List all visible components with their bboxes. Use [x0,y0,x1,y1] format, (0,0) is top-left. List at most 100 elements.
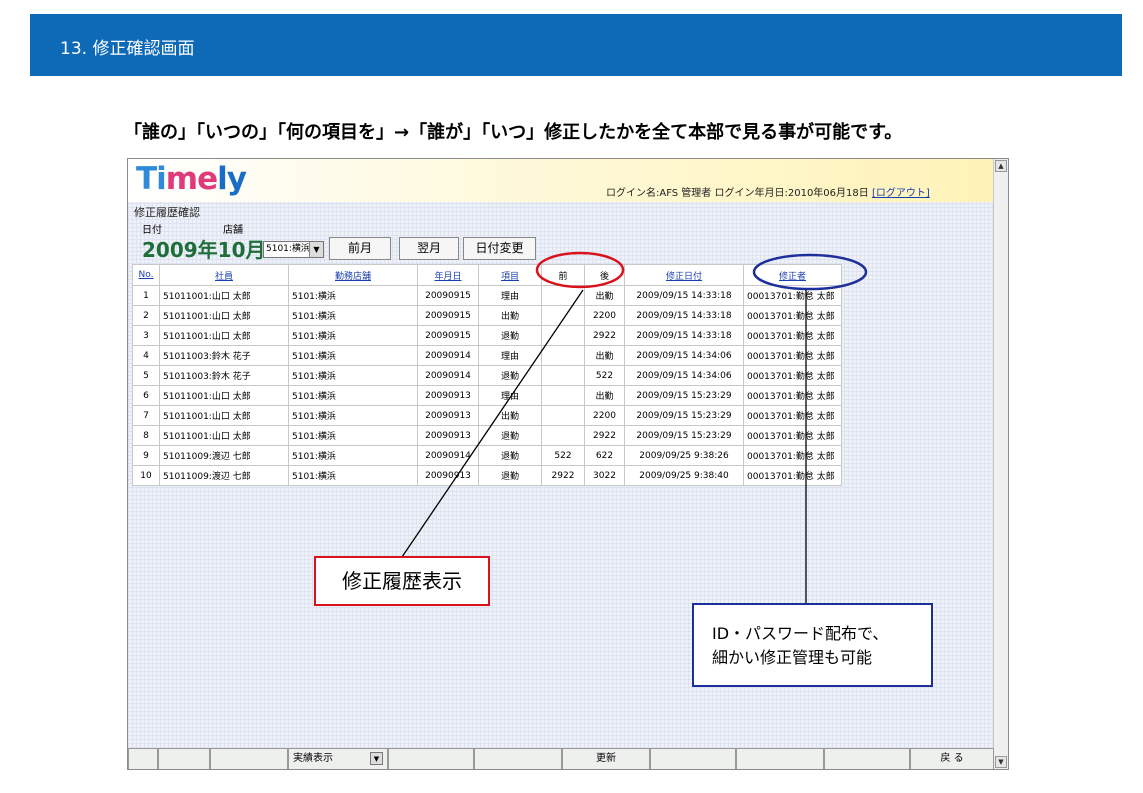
table-row: 1 51011001:山口 太郎 5101:横浜 20090915 理由 出勤 2009/0… [132,285,842,306]
footer-cell [474,748,562,769]
table-cell: 3022 [584,465,625,486]
table-cell: 8 [132,425,160,446]
table-cell: 51011001:山口 太郎 [159,325,289,346]
table-cell: 2009/09/15 14:33:18 [624,305,744,326]
column-header[interactable]: 修正者 [743,264,842,286]
column-header[interactable]: 勤務店舗 [288,264,418,286]
table-cell [541,305,585,326]
table-cell: 2200 [584,305,625,326]
table-cell: 5101:横浜 [288,285,418,306]
table-cell [541,285,585,306]
table-cell: 2009/09/15 15:23:29 [624,385,744,406]
scroll-up-icon[interactable]: ▲ [995,160,1007,172]
table-cell: 2009/09/15 14:34:06 [624,365,744,386]
table-cell [541,405,585,426]
table-cell: 51011001:山口 太郎 [159,385,289,406]
table-cell: 51011009:渡辺 七郎 [159,445,289,466]
table-cell: 5101:横浜 [288,365,418,386]
table-cell: 622 [584,445,625,466]
current-month: 2009年10月 [142,238,266,262]
store-select[interactable]: 5101:横浜 ▼ [263,241,324,258]
table-cell: 20090913 [417,405,479,426]
store-select-value: 5101:横浜 [266,244,310,254]
back-button[interactable]: 戻 る [910,748,994,769]
column-header[interactable]: 年月日 [417,264,479,286]
prev-month-button[interactable]: 前月 [329,237,391,260]
column-header[interactable]: 項目 [478,264,542,286]
table-cell: 51011003:鈴木 花子 [159,365,289,386]
footer-cell [128,748,158,769]
table-cell: 2009/09/25 9:38:40 [624,465,744,486]
slide-header: 13. 修正確認画面 [30,14,1122,76]
table-cell: 9 [132,445,160,466]
footer-cell [736,748,824,769]
table-cell: 20090913 [417,385,479,406]
table-cell: 退勤 [478,465,542,486]
table-cell: 20090915 [417,305,479,326]
chevron-down-icon[interactable]: ▼ [309,242,323,257]
app-topbar: Timely ログイン名:AFS 管理者 ログイン年月日:2010年06月18日… [128,159,994,202]
table-cell [541,385,585,406]
table-cell: 00013701:勤怠 太郎 [743,385,842,406]
scroll-down-icon[interactable]: ▼ [995,756,1007,768]
table-cell: 20090913 [417,465,479,486]
timely-logo: Timely [136,161,247,197]
change-date-button[interactable]: 日付変更 [463,237,536,260]
table-cell: 00013701:勤怠 太郎 [743,345,842,366]
table-cell: 5101:横浜 [288,465,418,486]
logout-link[interactable]: [ログアウト] [872,188,930,199]
table-cell: 00013701:勤怠 太郎 [743,425,842,446]
table-cell: 2009/09/15 15:23:29 [624,425,744,446]
table-row: 2 51011001:山口 太郎 5101:横浜 20090915 出勤 2200 2009… [132,305,842,326]
table-cell: 2922 [584,325,625,346]
table-cell: 20090915 [417,325,479,346]
table-cell: 20090914 [417,345,479,366]
table-cell: 2200 [584,405,625,426]
id-callout: ID・パスワード配布で、 細かい修正管理も可能 [692,603,933,687]
table-cell: 522 [541,445,585,466]
table-row: 9 51011009:渡辺 七郎 5101:横浜 20090914 退勤 522 622 20… [132,445,842,466]
table-row: 10 51011009:渡辺 七郎 5101:横浜 20090913 退勤 2922 302… [132,465,842,486]
footer-cell [388,748,474,769]
table-cell: 51011001:山口 太郎 [159,425,289,446]
table-cell: 2009/09/15 14:34:06 [624,345,744,366]
table-cell: 5101:横浜 [288,445,418,466]
footer-cell [824,748,910,769]
column-header[interactable]: No. [132,264,160,286]
table-cell: 出勤 [478,305,542,326]
update-button[interactable]: 更新 [562,748,650,769]
table-cell: 2 [132,305,160,326]
table-cell: 4 [132,345,160,366]
table-cell: 出勤 [478,405,542,426]
table-cell [541,365,585,386]
table-cell: 00013701:勤怠 太郎 [743,405,842,426]
table-cell: 10 [132,465,160,486]
column-header[interactable]: 社員 [159,264,289,286]
table-cell: 522 [584,365,625,386]
vertical-scrollbar[interactable]: ▲ ▼ [993,159,1008,769]
next-month-button[interactable]: 翌月 [399,237,459,260]
footer-bar: 実績表示 ▼ 更新 戻 る [128,748,994,769]
login-info: ログイン名:AFS 管理者 ログイン年月日:2010年06月18日 [ログアウト… [606,184,930,199]
table-row: 3 51011001:山口 太郎 5101:横浜 20090915 退勤 2922 2009… [132,325,842,346]
view-mode-select[interactable]: 実績表示 ▼ [288,748,388,769]
column-header: 後 [584,264,625,286]
id-callout-line2: 細かい修正管理も可能 [712,648,873,667]
table-cell: 00013701:勤怠 太郎 [743,285,842,306]
table-cell: 理由 [478,345,542,366]
chevron-down-icon[interactable]: ▼ [370,752,383,765]
table-cell [541,345,585,366]
table-cell: 51011009:渡辺 七郎 [159,465,289,486]
table-row: 7 51011001:山口 太郎 5101:横浜 20090913 出勤 2200 2009… [132,405,842,426]
table-cell: 1 [132,285,160,306]
table-cell: 退勤 [478,445,542,466]
table-cell: 51011001:山口 太郎 [159,285,289,306]
table-cell: 3 [132,325,160,346]
table-row: 5 51011003:鈴木 花子 5101:横浜 20090914 退勤 522 2009/… [132,365,842,386]
table-cell: 00013701:勤怠 太郎 [743,465,842,486]
column-header[interactable]: 修正日付 [624,264,744,286]
slide-subtitle: 「誰の」「いつの」「何の項目を」→「誰が」「いつ」修正したかを全て本部で見る事が… [124,122,903,143]
table-cell: 5101:横浜 [288,385,418,406]
table-cell: 00013701:勤怠 太郎 [743,365,842,386]
table-cell: 20090913 [417,425,479,446]
